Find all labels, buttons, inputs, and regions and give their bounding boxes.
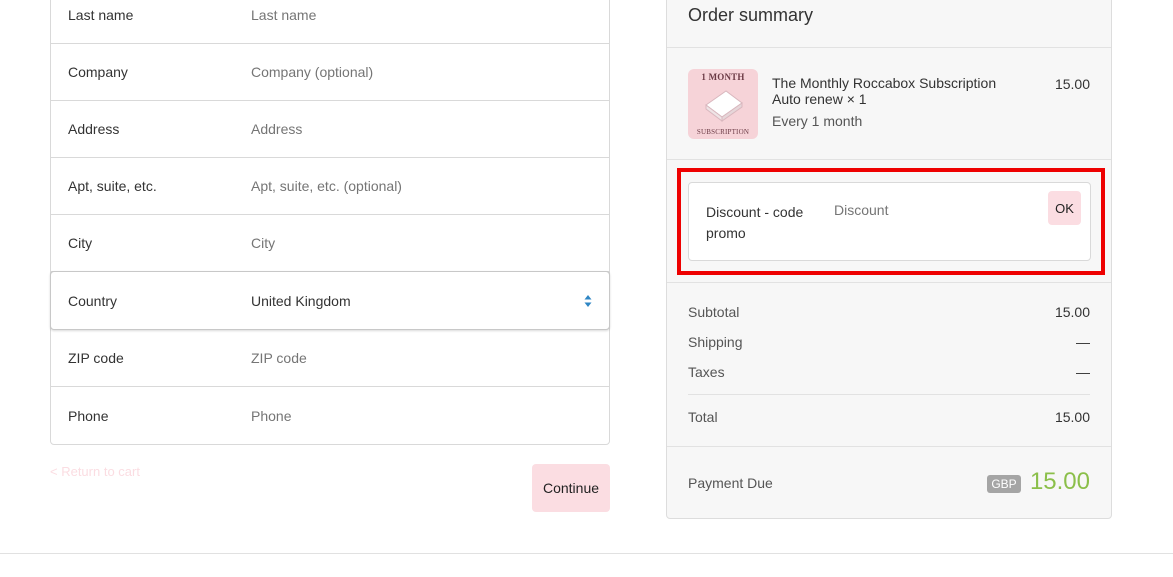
subtotal-value: 15.00 [1054, 304, 1090, 320]
country-label: Country [68, 292, 118, 309]
divider [688, 394, 1090, 395]
payment-due-amount: 15.00 [1029, 468, 1090, 495]
shipping-line: Shipping — [688, 334, 1090, 350]
product-thumbnail-bottom-text: SUBSCRIPTION [696, 128, 750, 136]
shipping-value: — [1076, 334, 1090, 350]
country-select[interactable]: Country United Kingdom [50, 271, 610, 330]
apt-suite-label: Apt, suite, etc. [68, 178, 157, 194]
discount-field: Discount - code promo OK [688, 182, 1091, 261]
city-row: City [51, 215, 609, 272]
total-label: Total [688, 409, 718, 425]
discount-input[interactable] [834, 202, 1034, 218]
total-value: 15.00 [1054, 409, 1090, 425]
product-thumbnail-top-text: 1 MONTH [701, 72, 745, 82]
apt-suite-input[interactable] [251, 178, 599, 194]
taxes-line: Taxes — [688, 364, 1090, 380]
product-box-icon [705, 90, 743, 122]
address-label: Address [68, 121, 120, 137]
last-name-row: Last name [51, 0, 609, 44]
continue-button[interactable]: Continue [532, 464, 610, 512]
taxes-value: — [1076, 364, 1090, 380]
currency-badge: GBP [987, 475, 1021, 493]
divider [667, 446, 1111, 447]
select-arrows-icon [584, 294, 592, 307]
zip-code-label: ZIP code [68, 350, 124, 366]
payment-due-label: Payment Due [688, 475, 773, 491]
zip-code-row: ZIP code [51, 330, 609, 387]
product-frequency: Every 1 month [772, 113, 863, 129]
order-summary-panel: Order summary 1 MONTH SUBSCRIPTION The M… [666, 0, 1112, 519]
discount-label: Discount - code promo [706, 204, 804, 241]
shipping-address-form: Last name Company Address Apt, suite, et… [50, 0, 610, 445]
phone-row: Phone [51, 387, 609, 444]
subtotal-label: Subtotal [688, 304, 740, 320]
address-input[interactable] [251, 121, 599, 137]
phone-label: Phone [68, 407, 109, 424]
product-thumbnail: 1 MONTH SUBSCRIPTION [688, 69, 758, 139]
last-name-input[interactable] [251, 7, 599, 23]
discount-apply-button[interactable]: OK [1048, 191, 1081, 225]
company-row: Company [51, 44, 609, 101]
last-name-label: Last name [68, 7, 134, 23]
return-to-cart-link[interactable]: < Return to cart [50, 464, 140, 479]
company-label: Company [68, 64, 128, 80]
subtotal-line: Subtotal 15.00 [688, 304, 1090, 320]
taxes-label: Taxes [688, 364, 725, 380]
total-line: Total 15.00 [688, 409, 1090, 425]
city-input[interactable] [251, 235, 599, 251]
footer-divider [0, 553, 1173, 554]
divider [667, 282, 1111, 283]
divider [667, 159, 1111, 160]
apt-suite-row: Apt, suite, etc. [51, 158, 609, 215]
shipping-label: Shipping [688, 334, 743, 350]
divider [667, 47, 1111, 48]
product-name: The Monthly Roccabox Subscription Auto r… [772, 75, 997, 107]
country-value: United Kingdom [251, 292, 351, 309]
phone-input[interactable] [251, 407, 599, 424]
address-row: Address [51, 101, 609, 158]
order-summary-title: Order summary [688, 5, 814, 25]
city-label: City [68, 235, 93, 251]
product-price: 15.00 [1054, 76, 1090, 92]
company-input[interactable] [251, 64, 599, 80]
zip-code-input[interactable] [251, 350, 599, 366]
